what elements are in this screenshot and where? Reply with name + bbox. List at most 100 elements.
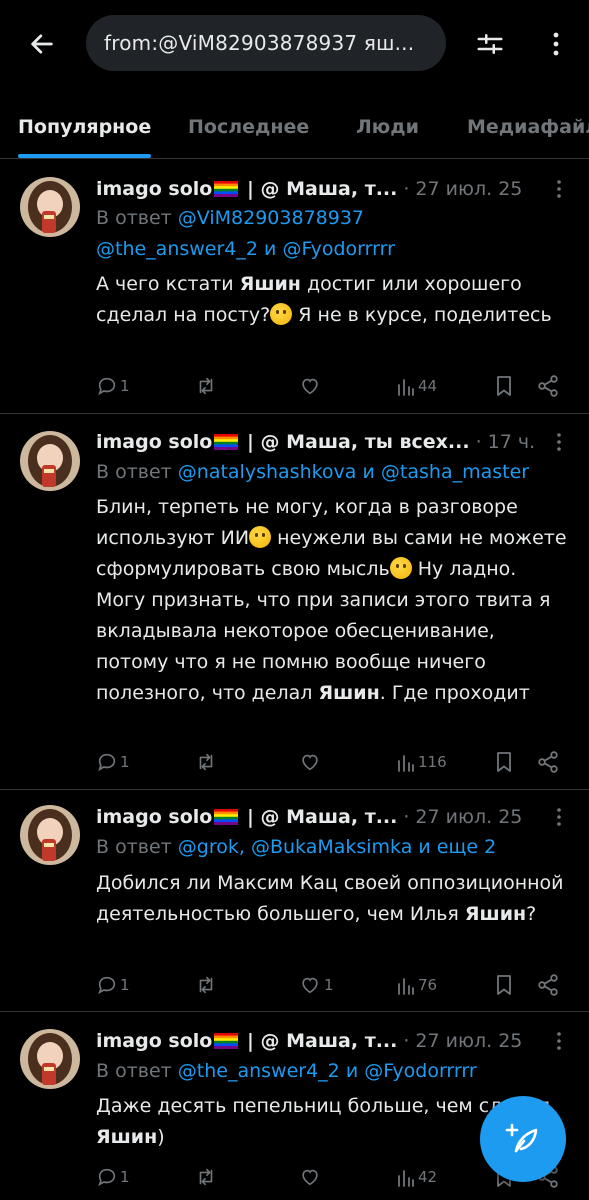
rainbow-flag-icon: [214, 434, 239, 450]
tweet-time[interactable]: 17 ч.: [488, 431, 535, 453]
tab-people[interactable]: Люди: [356, 96, 419, 158]
mention-link[interactable]: @the_answer4_2: [178, 1060, 340, 1082]
author-name[interactable]: imago solo | @ Маша, т...: [96, 178, 397, 200]
avatar[interactable]: [20, 431, 80, 491]
tweet-actions: 1 44: [96, 371, 569, 401]
view-count: 44: [418, 377, 438, 395]
more-options-button[interactable]: [536, 24, 576, 64]
tweet-more-button[interactable]: [549, 1026, 569, 1056]
tab-media[interactable]: Медиафайлы: [467, 96, 589, 158]
separator-dot: ·: [403, 806, 410, 828]
avatar[interactable]: [20, 1029, 80, 1089]
reply-context: В ответ @grok, @BukaMaksimka и еще 2: [96, 832, 571, 863]
share-icon: [538, 751, 558, 773]
reply-count: 1: [120, 753, 130, 771]
mention-link[interactable]: @the_answer4_2: [96, 238, 258, 260]
reply-context: В ответ @the_answer4_2 и @Fyodorrrrr: [96, 1056, 571, 1087]
more-vertical-icon: [557, 180, 561, 198]
reply-prefix: В ответ: [96, 1060, 172, 1082]
reply-and: и: [264, 238, 277, 260]
views-button[interactable]: 116: [396, 747, 447, 777]
retweet-button[interactable]: [194, 371, 220, 401]
active-tab-indicator: [18, 154, 151, 158]
mention-link[interactable]: @ViM82903878937: [178, 207, 364, 229]
reply-button[interactable]: 1: [96, 371, 130, 401]
mention-link[interactable]: @natalyshashkova: [178, 461, 357, 483]
share-button[interactable]: [536, 970, 560, 1000]
tab-latest[interactable]: Последнее: [188, 96, 309, 158]
comment-icon: [98, 753, 116, 772]
reply-prefix: В ответ: [96, 461, 172, 483]
views-button[interactable]: 76: [396, 970, 437, 1000]
mention-link[interactable]: @tasha_master: [381, 461, 529, 483]
retweet-button[interactable]: [194, 970, 220, 1000]
rainbow-flag-icon: [214, 1033, 239, 1049]
like-button[interactable]: [298, 371, 324, 401]
like-button[interactable]: 1: [298, 970, 334, 1000]
view-count: 116: [418, 753, 447, 771]
share-icon: [538, 375, 558, 397]
search-input[interactable]: from:@ViM82903878937 яш...: [86, 15, 446, 71]
thinking-emoji-icon: [270, 303, 293, 325]
retweet-icon: [199, 753, 213, 771]
like-button[interactable]: [298, 747, 324, 777]
reply-button[interactable]: 1: [96, 970, 130, 1000]
mention-link[interactable]: @grok, @BukaMaksimka и еще 2: [178, 836, 496, 858]
retweet-button[interactable]: [194, 747, 220, 777]
bar-chart-icon: [398, 1170, 414, 1187]
bookmark-button[interactable]: [494, 970, 514, 1000]
share-button[interactable]: [536, 371, 560, 401]
view-count: 42: [418, 1168, 438, 1186]
reply-count: 1: [120, 1168, 130, 1186]
filter-button[interactable]: [470, 24, 510, 64]
author-name[interactable]: imago solo | @ Маша, т...: [96, 806, 397, 828]
retweet-button[interactable]: [194, 1162, 220, 1192]
back-button[interactable]: [22, 24, 62, 64]
search-query: from:@ViM82903878937 яш...: [104, 31, 415, 55]
heart-icon: [302, 1169, 318, 1186]
share-icon: [538, 974, 558, 996]
avatar[interactable]: [20, 177, 80, 237]
mention-link[interactable]: @Fyodorrrrr: [282, 238, 394, 260]
reply-context: В ответ @natalyshashkova и @tasha_master: [96, 457, 571, 488]
reply-context: В ответ @ViM82903878937 @the_answer4_2 и…: [96, 203, 571, 265]
feather-plus-icon: [505, 1123, 538, 1153]
reply-prefix: В ответ: [96, 836, 172, 858]
views-button[interactable]: 44: [396, 371, 437, 401]
heart-icon: [302, 977, 318, 994]
reply-button[interactable]: 1: [96, 747, 130, 777]
tweet-header: imago solo | @ Маша, т... · 27 июл. 25: [96, 174, 571, 204]
compose-post-button[interactable]: [480, 1096, 566, 1182]
share-button[interactable]: [536, 747, 560, 777]
tweet-more-button[interactable]: [549, 174, 569, 204]
reply-prefix: В ответ: [96, 207, 172, 229]
views-button[interactable]: 42: [396, 1162, 437, 1192]
tweet[interactable]: imago solo | @ Маша, ты всех... · 17 ч. …: [0, 414, 589, 790]
tweet-time[interactable]: 27 июл. 25: [415, 806, 522, 828]
arrow-left-icon: [31, 34, 53, 54]
bookmark-button[interactable]: [494, 747, 514, 777]
like-button[interactable]: [298, 1162, 324, 1192]
tweet[interactable]: imago solo | @ Маша, т... · 27 июл. 25 В…: [0, 160, 589, 414]
view-count: 76: [418, 976, 438, 994]
retweet-icon: [199, 976, 213, 994]
tweet-time[interactable]: 27 июл. 25: [415, 1030, 522, 1052]
tab-popular[interactable]: Популярное: [18, 96, 151, 158]
tweet-time[interactable]: 27 июл. 25: [415, 178, 522, 200]
more-vertical-icon: [553, 32, 559, 56]
bookmark-button[interactable]: [494, 371, 514, 401]
crying-emoji-icon: [389, 557, 412, 579]
sliders-icon: [477, 34, 503, 54]
mention-link[interactable]: @Fyodorrrrr: [364, 1060, 476, 1082]
bookmark-icon: [497, 752, 511, 772]
tweet-more-button[interactable]: [549, 802, 569, 832]
avatar[interactable]: [20, 805, 80, 865]
author-name[interactable]: imago solo | @ Маша, т...: [96, 1030, 397, 1052]
bar-chart-icon: [398, 755, 414, 772]
reply-button[interactable]: 1: [96, 1162, 130, 1192]
retweet-icon: [199, 377, 213, 395]
tweet-more-button[interactable]: [549, 427, 569, 457]
author-name[interactable]: imago solo | @ Маша, ты всех...: [96, 431, 470, 453]
tweet[interactable]: imago solo | @ Маша, т... · 27 июл. 25 В…: [0, 790, 589, 1012]
heart-icon: [302, 378, 318, 395]
